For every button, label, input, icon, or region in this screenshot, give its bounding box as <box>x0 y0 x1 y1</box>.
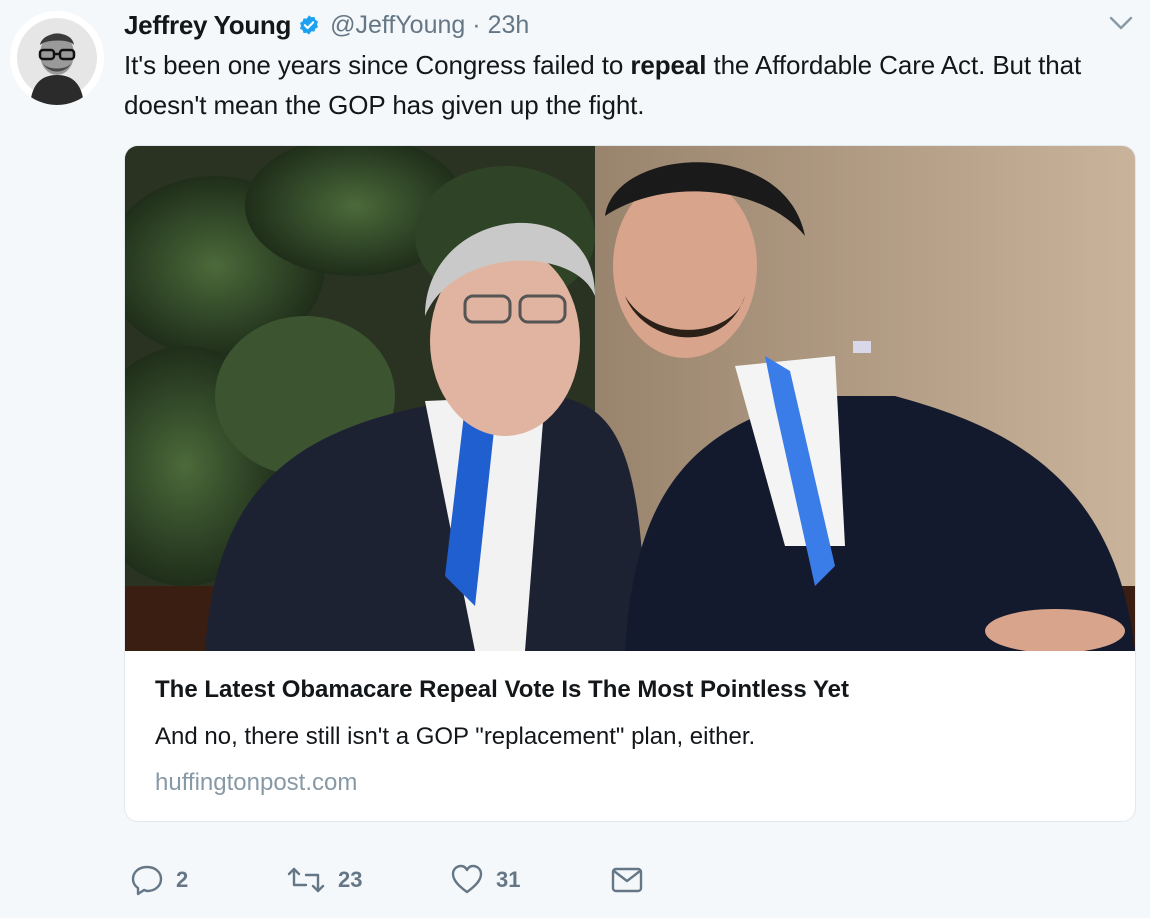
card-image <box>125 146 1135 651</box>
retweet-count: 23 <box>338 867 363 892</box>
reply-button[interactable]: 2 <box>130 862 188 898</box>
author-avatar[interactable] <box>10 11 104 105</box>
like-count: 31 <box>496 867 521 892</box>
tweet-header: Jeffrey Young @JeffYoung · 23h <box>124 8 529 42</box>
author-display-name[interactable]: Jeffrey Young <box>124 10 291 41</box>
tweet-timestamp[interactable]: 23h <box>488 11 530 40</box>
retweet-button[interactable]: 23 <box>286 862 362 898</box>
avatar-portrait-icon <box>10 11 104 105</box>
direct-message-button[interactable] <box>610 862 644 898</box>
tweet-text-bold: repeal <box>630 50 707 80</box>
link-card[interactable]: The Latest Obamacare Repeal Vote Is The … <box>124 145 1136 822</box>
like-button[interactable]: 31 <box>450 862 520 898</box>
card-domain: huffingtonpost.com <box>155 769 358 796</box>
tweet-text-part: It's been one years since Congress faile… <box>124 50 631 80</box>
author-handle[interactable]: @JeffYoung <box>330 11 465 40</box>
card-description: And no, there still isn't a GOP "replace… <box>155 723 756 750</box>
header-separator: · <box>472 10 481 39</box>
envelope-icon <box>611 867 643 893</box>
heart-icon <box>451 864 483 894</box>
tweet-text: It's been one years since Congress faile… <box>124 45 1134 125</box>
article-photo-icon <box>125 146 1135 651</box>
verified-badge-icon <box>298 14 320 36</box>
card-title: The Latest Obamacare Repeal Vote Is The … <box>155 676 850 703</box>
reply-count: 2 <box>176 867 189 892</box>
more-options-chevron-down-icon[interactable] <box>1106 12 1136 34</box>
reply-icon <box>131 865 163 896</box>
retweet-icon <box>287 867 325 893</box>
tweet: Jeffrey Young @JeffYoung · 23h It's been… <box>0 0 1150 918</box>
